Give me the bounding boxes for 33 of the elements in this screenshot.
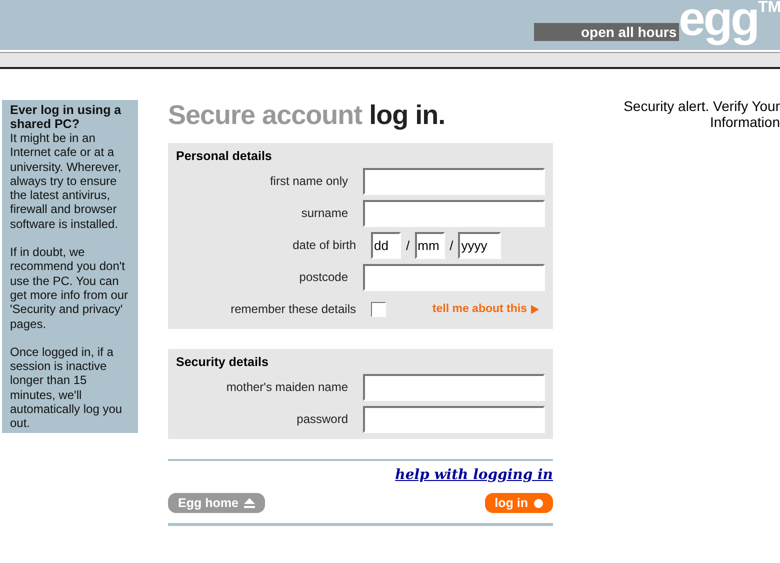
- text-field[interactable]: [363, 200, 545, 226]
- checkbox[interactable]: [371, 302, 386, 316]
- date-separator: /: [406, 238, 410, 252]
- field-label: date of birth: [292, 238, 357, 252]
- field-label: mother's maiden name: [225, 380, 349, 394]
- alert-text: Security alert. Verify Your Information: [622, 98, 780, 132]
- field-label: postcode: [298, 270, 349, 284]
- info-text: Once logged in, if a session is inactive longer than 15 minutes, we'll automatically log you out.: [10, 344, 124, 431]
- triangle-icon: [531, 304, 539, 314]
- field-label: remember these details: [230, 302, 357, 316]
- field-label: password: [296, 412, 349, 426]
- eject-icon: [244, 498, 256, 508]
- trademark: TM: [758, 0, 780, 17]
- date-separator: /: [450, 238, 454, 252]
- field-label: surname: [300, 206, 349, 220]
- section-heading: Security details: [176, 355, 270, 369]
- date-field[interactable]: yyyy: [458, 232, 502, 258]
- date-field[interactable]: mm: [414, 232, 445, 258]
- page-title: Secure account log in.: [168, 100, 446, 130]
- text-field[interactable]: [363, 374, 545, 400]
- text-field[interactable]: [363, 168, 545, 194]
- info-text: If in doubt, we recommend you don't use the PC. You can get more info from our 'Security and privacy' pages.: [10, 245, 130, 331]
- field-label: first name only: [268, 174, 349, 188]
- info-heading: Ever log in using a shared PC?: [10, 103, 122, 131]
- password-field[interactable]: [363, 406, 545, 432]
- date-field[interactable]: dd: [371, 232, 401, 258]
- tagline: open all hours: [534, 23, 679, 41]
- dot-icon: [534, 498, 543, 508]
- logo: egg: [678, 0, 758, 48]
- help-link[interactable]: help with logging in: [395, 467, 553, 483]
- text-field[interactable]: [363, 264, 545, 290]
- info-text: It might be in an Internet cafe or at a university. Wherever, always try to ensure the latest antivirus, firewall and browser software is installed.: [10, 131, 122, 232]
- section-heading: Personal details: [176, 149, 273, 163]
